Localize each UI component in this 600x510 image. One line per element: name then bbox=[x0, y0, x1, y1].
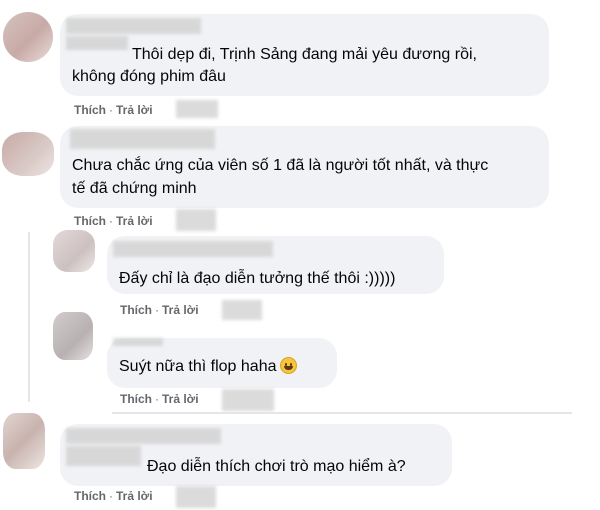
blurred-author-name bbox=[66, 18, 201, 34]
blurred-timestamp bbox=[176, 100, 218, 118]
like-button[interactable]: Thích bbox=[120, 392, 152, 406]
avatar[interactable] bbox=[3, 413, 45, 469]
comment-actions: Thích · Trả lời bbox=[120, 392, 199, 406]
grinning-face-icon bbox=[280, 357, 298, 374]
reply-button[interactable]: Trả lời bbox=[116, 214, 153, 228]
comment-bubble: Thôi dẹp đi, Trịnh Sảng đang mải yêu đươ… bbox=[60, 14, 549, 96]
comment-text: không đóng phim đâu bbox=[72, 68, 226, 85]
blurred-author-name bbox=[66, 446, 141, 466]
comment-text: Đấy chỉ là đạo diễn tưởng thế thôi :))))… bbox=[119, 270, 396, 287]
comment-actions: Thích · Trả lời bbox=[74, 214, 153, 228]
avatar[interactable] bbox=[3, 12, 53, 62]
blurred-author-name bbox=[66, 428, 221, 444]
reply-button[interactable]: Trả lời bbox=[162, 303, 199, 317]
separator: · bbox=[109, 214, 113, 228]
blurred-timestamp bbox=[222, 300, 262, 320]
comment-bubble bbox=[60, 126, 549, 208]
like-button[interactable]: Thích bbox=[74, 489, 106, 503]
blurred-author-name bbox=[66, 36, 128, 50]
comment-text: Thôi dẹp đi, Trịnh Sảng đang mải yêu đươ… bbox=[132, 46, 477, 63]
separator: · bbox=[155, 303, 159, 317]
avatar[interactable] bbox=[53, 230, 95, 272]
blurred-author-name bbox=[113, 338, 163, 346]
like-button[interactable]: Thích bbox=[74, 214, 106, 228]
reply-bubble: Suýt nữa thì flop haha bbox=[107, 338, 337, 388]
reply-button[interactable]: Trả lời bbox=[116, 489, 153, 503]
avatar[interactable] bbox=[53, 312, 93, 360]
comment-text: Đạo diễn thích chơi trò mạo hiểm à? bbox=[147, 458, 406, 475]
separator: · bbox=[109, 489, 113, 503]
separator: · bbox=[155, 392, 159, 406]
reply-button[interactable]: Trả lời bbox=[162, 392, 199, 406]
comment-actions: Thích · Trả lời bbox=[120, 303, 199, 317]
comment-bubble: Đạo diễn thích chơi trò mạo hiểm à? bbox=[60, 424, 452, 486]
comment-actions: Thích · Trả lời bbox=[74, 489, 153, 503]
avatar[interactable] bbox=[2, 132, 54, 176]
reply-bubble: Đấy chỉ là đạo diễn tưởng thế thôi :))))… bbox=[107, 236, 444, 294]
comment-text-content: Suýt nữa thì flop haha bbox=[119, 358, 277, 375]
reply-button[interactable]: Trả lời bbox=[116, 103, 153, 117]
comment-text: Suýt nữa thì flop haha bbox=[119, 356, 298, 377]
blurred-timestamp bbox=[176, 209, 216, 231]
like-button[interactable]: Thích bbox=[74, 103, 106, 117]
blurred-author-name bbox=[113, 241, 273, 257]
reply-thread-line bbox=[28, 232, 30, 402]
blurred-timestamp bbox=[176, 486, 216, 508]
like-button[interactable]: Thích bbox=[120, 303, 152, 317]
comment-actions: Thích · Trả lời bbox=[74, 103, 153, 117]
separator: · bbox=[109, 103, 113, 117]
blurred-timestamp bbox=[222, 389, 274, 411]
divider bbox=[112, 412, 572, 414]
